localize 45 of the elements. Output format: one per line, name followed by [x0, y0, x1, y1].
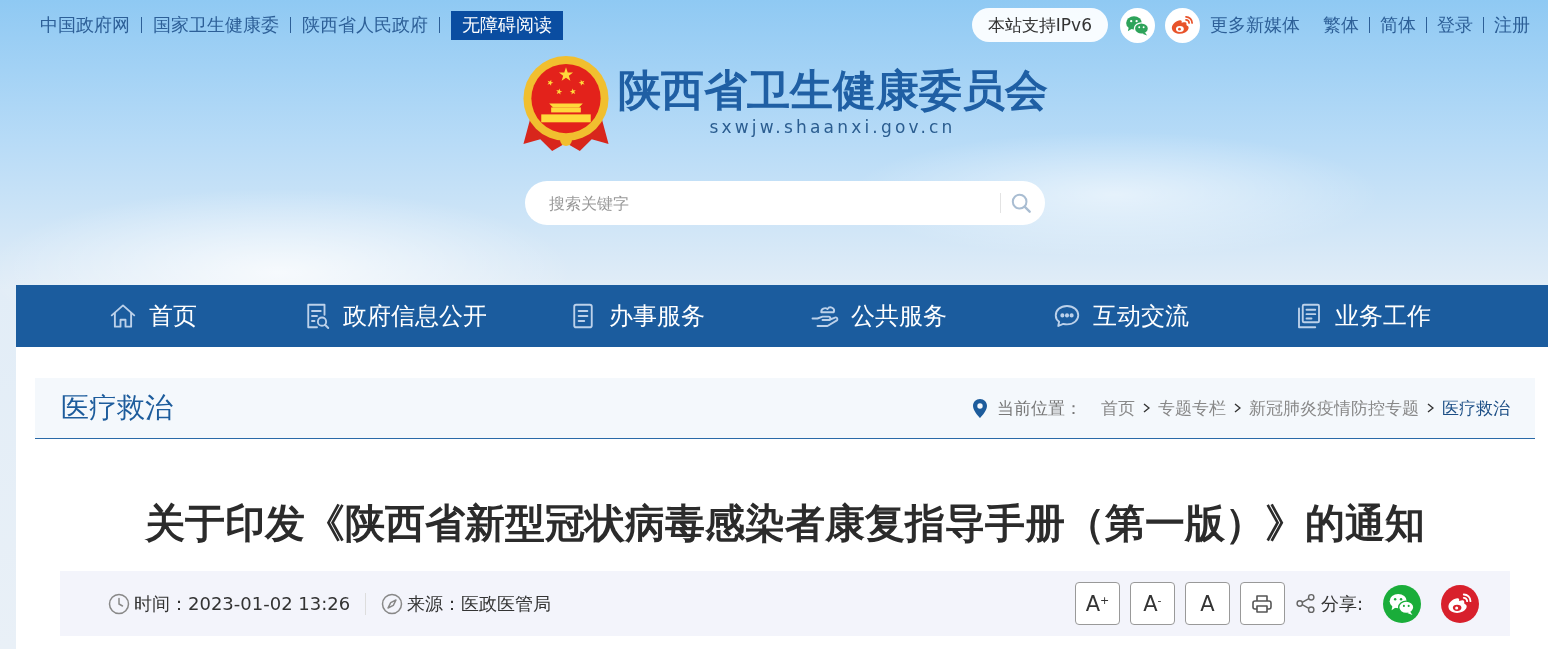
more-media-link[interactable]: 更多新媒体: [1210, 14, 1300, 36]
emblem-icon: [520, 55, 611, 152]
font-size-button[interactable]: A$^{+}$: [1074, 582, 1120, 625]
nav-item[interactable]: 办事服务: [515, 300, 757, 332]
eye-logo-icon[interactable]: [1441, 584, 1479, 623]
accessibility-button[interactable]: 无障碍阅读: [451, 10, 563, 40]
breadcrumb-link[interactable]: 新冠肺炎疫情防控专题: [1249, 396, 1419, 420]
top-link[interactable]: 国家卫生健康委: [153, 14, 279, 36]
share-label: 分享:: [1320, 591, 1363, 616]
chevron-icon: [1427, 403, 1434, 413]
top-link[interactable]: 登录: [1437, 14, 1473, 36]
font-size-button[interactable]: A: [1184, 582, 1230, 625]
top-link[interactable]: 中国政府网: [40, 14, 130, 36]
article-source: 来源：医政医管局: [407, 591, 552, 616]
print-button[interactable]: [1239, 582, 1285, 625]
top-link[interactable]: 繁体: [1323, 14, 1359, 36]
search-icon[interactable]: [1011, 193, 1031, 213]
site-title: 陕西省卫生健康委员会: [617, 69, 1048, 112]
compass-icon: [381, 592, 404, 615]
chat-bubbles-icon[interactable]: [1120, 7, 1155, 43]
nav-item[interactable]: 首页: [31, 300, 273, 332]
breadcrumb-link[interactable]: 医疗救治: [1442, 396, 1510, 420]
location-pin-icon: [973, 398, 987, 418]
nav-item[interactable]: 业务工作: [1241, 300, 1483, 332]
ipv6-badge: 本站支持IPv6: [971, 8, 1108, 42]
top-link[interactable]: 注册: [1494, 14, 1530, 36]
breadcrumb-link[interactable]: 首页: [1101, 396, 1135, 420]
nav-item[interactable]: 公共服务: [757, 300, 999, 332]
section-title: 医疗救治: [61, 390, 173, 426]
top-link[interactable]: 简体: [1380, 14, 1416, 36]
search-field[interactable]: 搜索关键字: [525, 181, 1045, 225]
top-link[interactable]: 陕西省人民政府: [302, 14, 428, 36]
breadcrumb-label: 当前位置：: [997, 396, 1082, 420]
publish-time: 时间：2023-01-02 13:26: [134, 591, 351, 616]
chevron-icon: [1234, 403, 1241, 413]
clock-icon: [108, 592, 130, 615]
nav-item[interactable]: 政府信息公开: [273, 300, 515, 332]
chat-bubbles-icon[interactable]: [1383, 584, 1421, 623]
share-icon: [1294, 593, 1316, 614]
font-size-button[interactable]: A$^{-}$: [1129, 582, 1175, 625]
nav-item[interactable]: 互动交流: [999, 300, 1241, 332]
eye-logo-icon[interactable]: [1165, 7, 1200, 43]
site-domain: sxwjw.shaanxi.gov.cn: [709, 118, 956, 136]
article-title: 关于印发《陕西省新型冠状病毒感染者康复指导手册（第一版）》的通知: [144, 499, 1426, 548]
chevron-icon: [1143, 403, 1150, 413]
